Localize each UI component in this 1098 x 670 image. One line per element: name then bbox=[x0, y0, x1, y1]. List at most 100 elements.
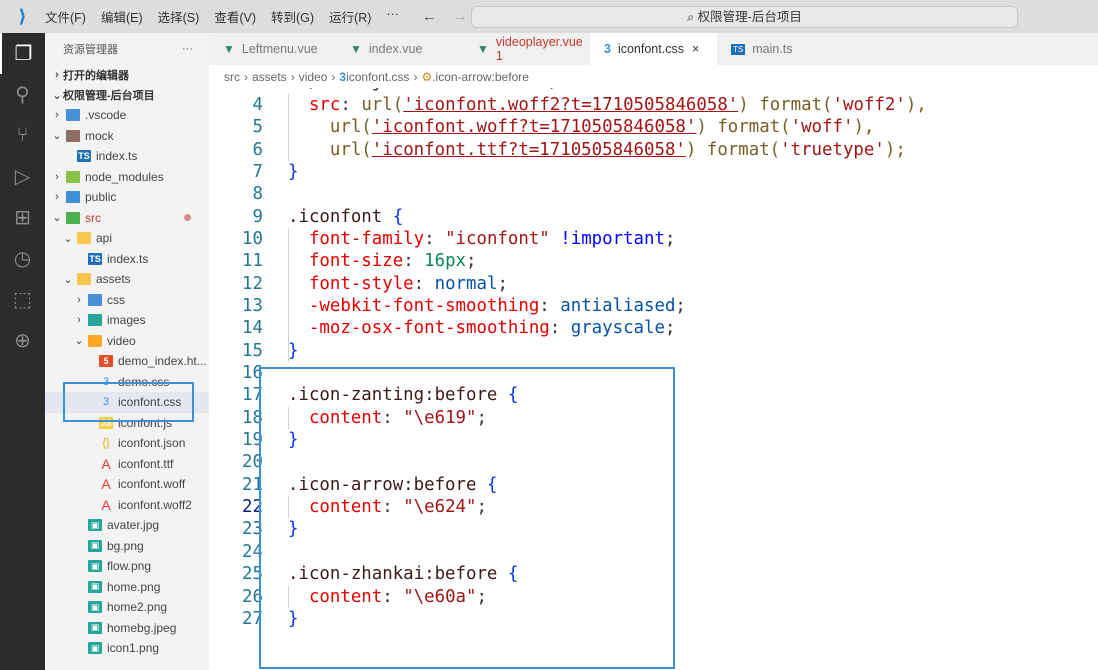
timeline-icon[interactable]: ◷ bbox=[0, 238, 45, 279]
ts-icon: TS bbox=[88, 252, 102, 265]
tree-item[interactable]: › .vscode bbox=[45, 105, 209, 126]
tree-item[interactable]: ▣ homebg.jpeg bbox=[45, 618, 209, 639]
code-line[interactable]: 4 src: url('iconfont.woff2?t=17105058460… bbox=[209, 94, 1098, 116]
code-line[interactable]: 5 url('iconfont.woff?t=1710505846058') f… bbox=[209, 116, 1098, 138]
tree-item[interactable]: TS index.ts bbox=[45, 249, 209, 270]
file-label: node_modules bbox=[85, 169, 164, 184]
font-icon: A bbox=[101, 455, 111, 472]
code-line[interactable]: 10 font-family: "iconfont" !important; bbox=[209, 228, 1098, 250]
tree-item[interactable]: › public bbox=[45, 187, 209, 208]
tree-item[interactable]: ⌄ assets bbox=[45, 269, 209, 290]
tree-item[interactable]: Aiconfont.woff bbox=[45, 474, 209, 495]
tree-item[interactable]: TS index.ts bbox=[45, 146, 209, 167]
image-icon: ▣ bbox=[88, 621, 102, 634]
code-token: ); bbox=[884, 139, 906, 160]
code-line[interactable]: 8 bbox=[209, 183, 1098, 205]
menu-item[interactable]: 文件(F) bbox=[45, 7, 86, 26]
tree-item[interactable]: ⌄ mock bbox=[45, 126, 209, 147]
chevron-right-icon: › bbox=[77, 314, 81, 327]
code-token: /* Project id 4459475 */ bbox=[288, 88, 560, 92]
code-token: ) bbox=[685, 139, 707, 160]
json-icon: {} bbox=[102, 437, 110, 450]
menu-item[interactable]: 运行(R) bbox=[329, 7, 371, 26]
code-token: 'woff2' bbox=[832, 94, 906, 115]
code-line[interactable]: 9 .iconfont { bbox=[209, 206, 1098, 228]
open-editors-section[interactable]: › 打开的编辑器 bbox=[45, 65, 209, 85]
tab-iconfont.css[interactable]: 3 iconfont.css × bbox=[590, 33, 717, 65]
code-line[interactable]: 6 url('iconfont.ttf?t=1710505846058') fo… bbox=[209, 139, 1098, 161]
back-arrow-icon[interactable]: ← bbox=[422, 8, 437, 25]
tree-item[interactable]: ▣ home.png bbox=[45, 577, 209, 598]
tree-item[interactable]: ▣ home2.png bbox=[45, 597, 209, 618]
chevron-right-icon: › bbox=[413, 69, 418, 84]
title-bar: ⟩ 文件(F) 编辑(E) 选择(S) 查看(V) 转到(G) 运行(R) ··· ← → … bbox=[0, 0, 1098, 33]
tree-item[interactable]: 5 demo_index.ht... bbox=[45, 351, 209, 372]
code-token: src bbox=[308, 94, 341, 115]
code-line[interactable]: 13 -webkit-font-smoothing: antialiased; bbox=[209, 295, 1098, 317]
code-text: font-family: "iconfont" !important; bbox=[288, 228, 675, 250]
tree-item[interactable]: › css bbox=[45, 290, 209, 311]
tree-item[interactable]: ⌄ src bbox=[45, 208, 209, 229]
more-actions-button[interactable]: ··· bbox=[182, 43, 193, 55]
chevron-right-icon: › bbox=[331, 69, 336, 84]
code-token: "iconfont" bbox=[445, 228, 550, 249]
file-label: api bbox=[96, 231, 113, 246]
chevron-down-icon: ⌄ bbox=[52, 212, 62, 225]
file-label: avater.jpg bbox=[107, 518, 160, 533]
tab-Leftmenu.vue[interactable]: ▼ Leftmenu.vue bbox=[209, 33, 336, 65]
chevron-right-icon: › bbox=[55, 170, 59, 183]
project-section[interactable]: ⌄ 权限管理-后台项目 bbox=[45, 85, 209, 105]
css-file-icon: 3 bbox=[339, 69, 347, 84]
code-line[interactable]: 14 -moz-osx-font-smoothing: grayscale; bbox=[209, 317, 1098, 339]
breadcrumb-item[interactable]: assets bbox=[252, 70, 287, 84]
menu-item[interactable]: 转到(G) bbox=[271, 7, 314, 26]
ts-icon: TS bbox=[731, 43, 746, 55]
code-text: url('iconfont.ttf?t=1710505846058') form… bbox=[288, 139, 906, 161]
code-line[interactable]: 7} bbox=[209, 161, 1098, 183]
tree-item[interactable]: › node_modules bbox=[45, 167, 209, 188]
tree-item[interactable]: ▣ icon1.png bbox=[45, 638, 209, 659]
source-control-icon[interactable]: ⑂ bbox=[0, 115, 45, 156]
menu-item[interactable]: 编辑(E) bbox=[101, 7, 143, 26]
code-text: src: url('iconfont.woff2?t=1710505846058… bbox=[288, 94, 927, 116]
menu-item[interactable]: ··· bbox=[386, 7, 399, 26]
explorer-title: 资源管理器 bbox=[63, 44, 118, 56]
tree-item[interactable]: ▣ flow.png bbox=[45, 556, 209, 577]
breadcrumb-item[interactable]: src bbox=[224, 70, 240, 84]
remote-icon[interactable]: ⊕ bbox=[0, 320, 45, 361]
package-icon[interactable]: ⬚ bbox=[0, 279, 45, 320]
tab-label: iconfont.css bbox=[617, 42, 684, 56]
tree-item[interactable]: › images bbox=[45, 310, 209, 331]
code-token: !important bbox=[549, 228, 665, 249]
code-line[interactable]: 15} bbox=[209, 340, 1098, 362]
file-label: public bbox=[85, 190, 117, 205]
command-center-search[interactable]: ⌕ 权限管理-后台项目 bbox=[471, 6, 1018, 28]
tree-item[interactable]: ▣ avater.jpg bbox=[45, 515, 209, 536]
tree-item[interactable]: Aiconfont.woff2 bbox=[45, 495, 209, 516]
tab-videoplayer.vue[interactable]: ▼ videoplayer.vue 1 bbox=[463, 33, 590, 65]
files-icon[interactable]: ❐ bbox=[0, 33, 45, 74]
tree-item[interactable]: ⌄ video bbox=[45, 331, 209, 352]
tree-item[interactable]: ⌄ api bbox=[45, 228, 209, 249]
forward-arrow-icon[interactable]: → bbox=[453, 8, 468, 25]
tab-main.ts[interactable]: TS main.ts bbox=[717, 33, 844, 65]
run-debug-icon[interactable]: ▷ bbox=[0, 156, 45, 197]
menu-item[interactable]: 查看(V) bbox=[214, 7, 256, 26]
tree-item[interactable]: ▣ bg.png bbox=[45, 536, 209, 557]
code-line[interactable]: 12 font-style: normal; bbox=[209, 273, 1098, 295]
extensions-icon[interactable]: ⊞ bbox=[0, 197, 45, 238]
tree-item[interactable]: Aiconfont.ttf bbox=[45, 454, 209, 475]
breadcrumb-item[interactable]: video bbox=[299, 70, 328, 84]
search-icon[interactable]: ⚲ bbox=[0, 74, 45, 115]
menu-item[interactable]: 选择(S) bbox=[158, 7, 200, 26]
breadcrumb-item[interactable]: .icon-arrow:before bbox=[432, 70, 529, 84]
tab-index.vue[interactable]: ▼ index.vue bbox=[336, 33, 463, 65]
breadcrumb-item[interactable]: iconfont.css bbox=[346, 70, 409, 84]
code-line[interactable]: 11 font-size: 16px; bbox=[209, 250, 1098, 272]
folder-icon bbox=[77, 232, 91, 245]
close-icon[interactable]: × bbox=[692, 42, 699, 56]
vscode-logo-icon: ⟩ bbox=[18, 6, 27, 26]
line-number: 9 bbox=[252, 206, 263, 227]
tree-item[interactable]: {} iconfont.json bbox=[45, 433, 209, 454]
